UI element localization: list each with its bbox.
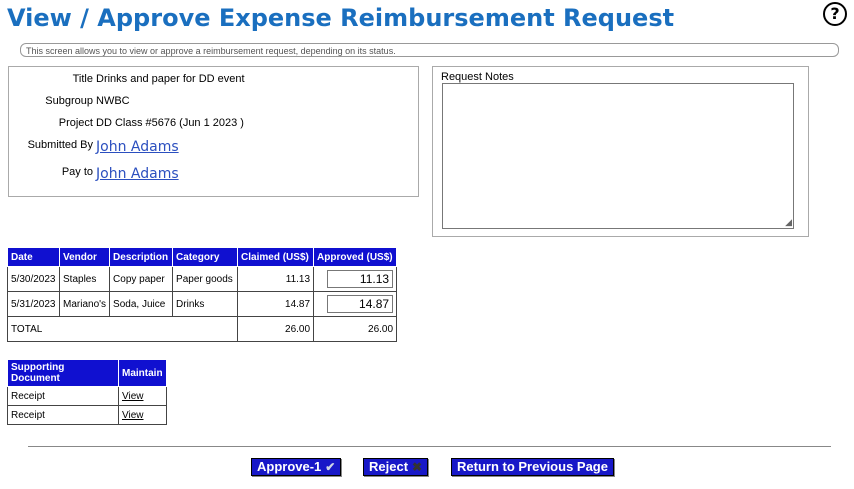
table-header-row: Date Vendor Description Category Claimed… <box>7 247 398 267</box>
approved-cell: 11.13 <box>313 266 398 292</box>
reject-button[interactable]: Reject ✖ <box>363 458 429 476</box>
column-header: Category <box>172 247 239 267</box>
checkmark-icon: ✔ <box>325 460 336 474</box>
total-label: TOTAL <box>6 316 239 342</box>
column-header: Maintain <box>118 359 167 387</box>
page-title: View / Approve Expense Reimbursement Req… <box>7 4 675 32</box>
claimed-cell: 14.87 <box>237 291 315 317</box>
pay-to-link[interactable]: John Adams <box>96 166 179 182</box>
request-notes-textarea[interactable]: ◢ <box>442 83 794 229</box>
table-row: Receipt View <box>7 386 167 406</box>
view-link[interactable]: View <box>122 391 144 402</box>
project-value: DD Class #5676 (Jun 1 2023 ) <box>96 117 244 129</box>
approve-button[interactable]: Approve-1 ✔ <box>251 458 342 476</box>
table-row: 5/30/2023 Staples Copy paper Paper goods… <box>7 266 398 292</box>
category-cell: Paper goods <box>172 266 239 292</box>
approve-button-label: Approve-1 <box>257 459 322 474</box>
column-header: Supporting Document <box>7 359 119 387</box>
request-info-panel: Title Drinks and paper for DD event Subg… <box>8 66 419 197</box>
column-header: Date <box>7 247 60 267</box>
request-notes-label: Request Notes <box>441 71 514 83</box>
info-bar: This screen allows you to view or approv… <box>20 43 839 57</box>
table-row: Receipt View <box>7 405 167 425</box>
pay-to-label: Pay to <box>61 166 93 178</box>
column-header: Vendor <box>58 247 111 267</box>
expense-table: Date Vendor Description Category Claimed… <box>6 247 398 342</box>
x-icon: ✖ <box>412 460 423 474</box>
project-label: Project <box>58 117 93 129</box>
approved-amount-input[interactable]: 11.13 <box>327 270 394 288</box>
help-icon[interactable]: ? <box>823 2 847 26</box>
date-cell: 5/30/2023 <box>7 266 60 292</box>
title-label: Title <box>72 73 93 85</box>
table-header-row: Supporting Document Maintain <box>7 359 167 387</box>
reject-button-label: Reject <box>369 459 409 474</box>
view-link[interactable]: View <box>122 410 144 421</box>
vendor-cell: Mariano's <box>58 291 111 317</box>
description-cell: Copy paper <box>109 266 174 292</box>
subgroup-value: NWBC <box>96 95 130 107</box>
document-name: Receipt <box>7 386 119 406</box>
maintain-cell: View <box>118 386 167 406</box>
column-header: Claimed (US$) <box>237 247 315 267</box>
approved-amount-input[interactable]: 14.87 <box>327 295 394 313</box>
claimed-cell: 11.13 <box>237 266 315 292</box>
date-cell: 5/31/2023 <box>7 291 60 317</box>
document-name: Receipt <box>7 405 119 425</box>
divider <box>28 446 831 447</box>
submitted-by-link[interactable]: John Adams <box>96 139 179 155</box>
column-header: Description <box>109 247 174 267</box>
maintain-cell: View <box>118 405 167 425</box>
request-notes-panel: Request Notes ◢ <box>432 66 809 237</box>
column-header: Approved (US$) <box>313 247 398 267</box>
category-cell: Drinks <box>172 291 239 317</box>
resize-handle-icon[interactable]: ◢ <box>785 218 792 227</box>
subgroup-label: Subgroup <box>45 95 93 107</box>
total-approved: 26.00 <box>313 316 398 342</box>
total-row: TOTAL 26.00 26.00 <box>6 316 398 342</box>
table-row: 5/31/2023 Mariano's Soda, Juice Drinks 1… <box>7 291 398 317</box>
submitted-by-label: Submitted By <box>27 139 93 151</box>
vendor-cell: Staples <box>58 266 111 292</box>
approved-cell: 14.87 <box>313 291 398 317</box>
supporting-documents-table: Supporting Document Maintain Receipt Vie… <box>7 359 167 425</box>
total-claimed: 26.00 <box>237 316 315 342</box>
title-value: Drinks and paper for DD event <box>96 73 245 85</box>
return-button[interactable]: Return to Previous Page <box>451 458 614 476</box>
description-cell: Soda, Juice <box>109 291 174 317</box>
